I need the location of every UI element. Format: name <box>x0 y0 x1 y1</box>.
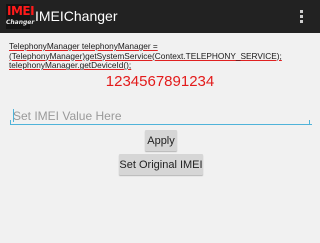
current-imei-value: 1234567891234 <box>105 73 215 90</box>
apply-button[interactable]: Apply <box>145 130 177 151</box>
logo-changer-text: Changer <box>6 19 35 26</box>
action-bar: IMEI Changer IMEIChanger <box>0 0 320 33</box>
code-line-3: telephonyManager.getDeviceId(); <box>9 60 132 71</box>
code-snippet: TelephonyManager telephonyManager = (Tel… <box>9 41 314 71</box>
logo-imei-text: IMEI <box>7 4 35 18</box>
app-logo-icon: IMEI Changer <box>6 4 35 29</box>
input-right-edge <box>309 120 310 124</box>
app-title: IMEIChanger <box>35 8 118 24</box>
imei-input[interactable] <box>10 107 312 125</box>
set-original-imei-button[interactable]: Set Original IMEI <box>119 154 203 175</box>
text-cursor <box>13 109 14 122</box>
input-left-edge <box>10 120 11 124</box>
overflow-menu-icon[interactable] <box>300 10 304 24</box>
